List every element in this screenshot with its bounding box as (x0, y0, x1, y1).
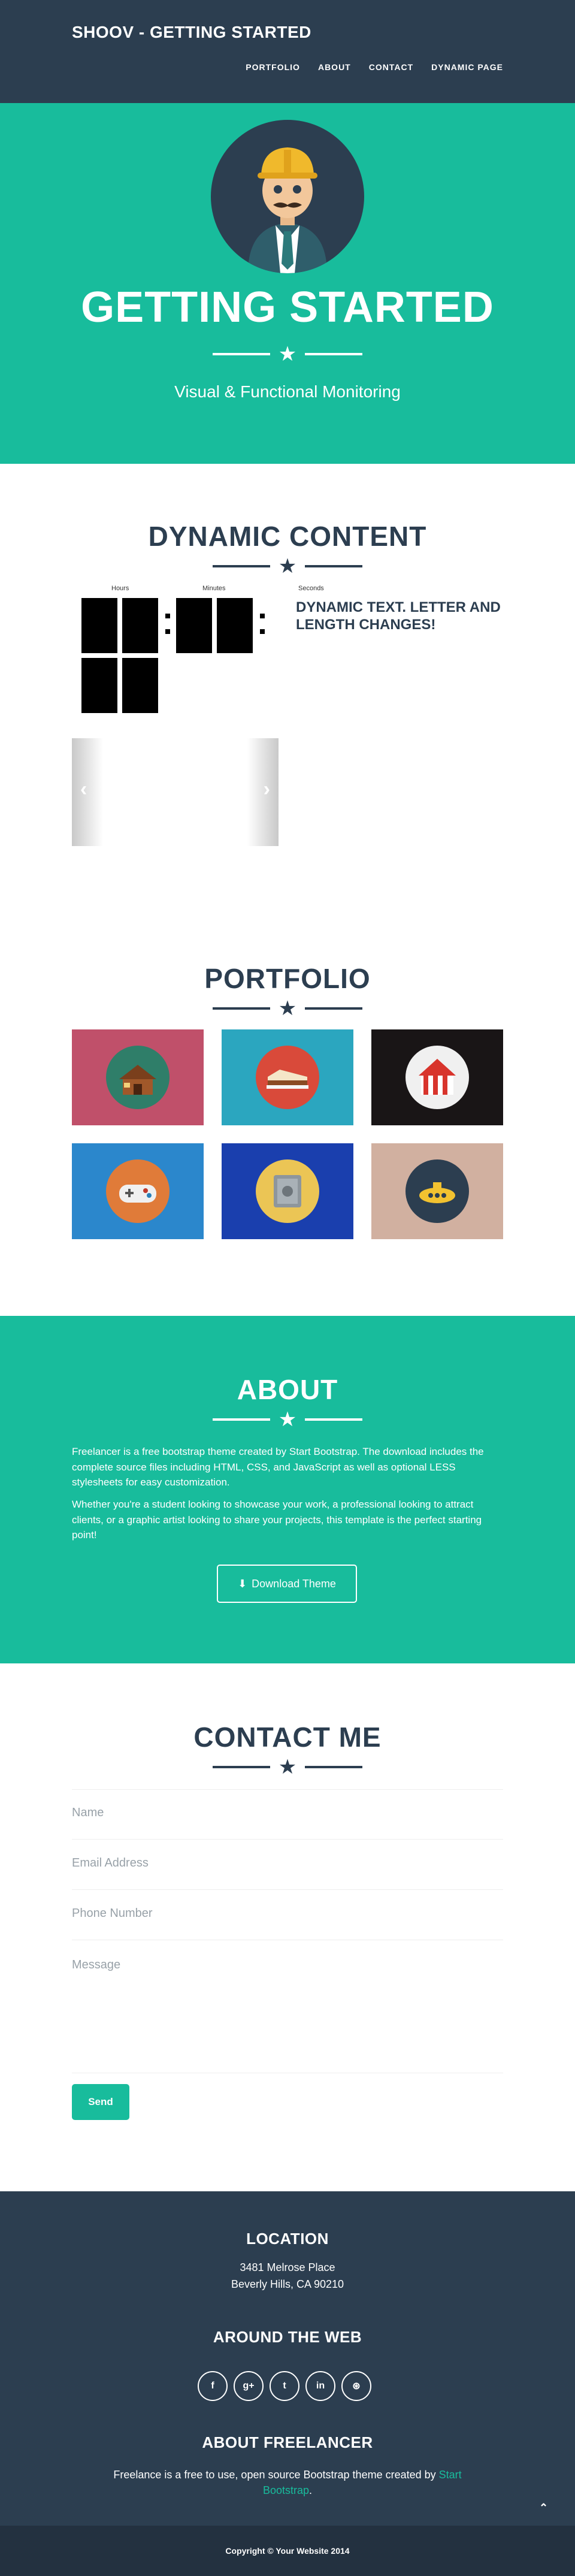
contact-divider: ★ (213, 1757, 362, 1777)
star-icon: ★ (278, 997, 297, 1020)
nav-link-dynamic-page[interactable]: DYNAMIC PAGE (431, 62, 503, 72)
clock-digit (122, 658, 158, 713)
circus-tent-icon (405, 1046, 469, 1109)
submarine-icon (405, 1159, 469, 1223)
clock-colon (260, 614, 265, 645)
star-icon: ★ (278, 343, 297, 366)
nav-links: PORTFOLIO ABOUT CONTACT DYNAMIC PAGE (246, 62, 503, 72)
portfolio-item-game[interactable] (72, 1143, 204, 1239)
divider-line (213, 565, 270, 567)
phone-placeholder: Phone Number (72, 1907, 153, 1920)
phone-field[interactable]: Phone Number (72, 1890, 503, 1940)
navbar: SHOOV - GETTING STARTED PORTFOLIO ABOUT … (0, 0, 575, 103)
clock-label-hours: Hours (111, 585, 129, 592)
clock-digit (81, 598, 117, 653)
google-plus-icon[interactable]: g+ (234, 2371, 264, 2401)
about-section-title: ABOUT (237, 1374, 338, 1405)
nav-link-contact[interactable]: CONTACT (369, 62, 413, 72)
divider-line (305, 353, 362, 355)
dynamic-divider: ★ (213, 556, 362, 576)
carousel-prev-control[interactable] (72, 738, 103, 846)
nav-link-portfolio[interactable]: PORTFOLIO (246, 62, 300, 72)
clock-digit (217, 598, 253, 653)
portfolio-item-circus[interactable] (371, 1029, 503, 1125)
divider-line (305, 1007, 362, 1010)
cake-icon (256, 1046, 319, 1109)
portfolio-item-cake[interactable] (222, 1029, 353, 1125)
divider-line (213, 1007, 270, 1010)
message-field[interactable]: Message (72, 1940, 503, 2073)
about-section: ABOUT ★ Freelancer is a free bootstrap t… (0, 1316, 575, 1663)
divider-line (305, 1766, 362, 1768)
about-freelancer-title: ABOUT FREELANCER (202, 2433, 373, 2451)
portfolio-divider: ★ (213, 998, 362, 1019)
nav-link-about[interactable]: ABOUT (318, 62, 351, 72)
address-line-1: 3481 Melrose Place (240, 2261, 335, 2273)
safe-icon (256, 1159, 319, 1223)
contact-section-title: CONTACT ME (193, 1722, 382, 1753)
page-title: GETTING STARTED (81, 283, 494, 331)
game-controller-icon (106, 1159, 170, 1223)
chevron-up-icon[interactable]: ⌃ (539, 2502, 548, 2514)
brand-link[interactable]: SHOOV - GETTING STARTED (72, 23, 311, 42)
message-placeholder: Message (72, 1958, 121, 1971)
divider-line (213, 1766, 270, 1768)
divider-line (213, 353, 270, 355)
star-icon: ★ (278, 1408, 297, 1431)
address-line-2: Beverly Hills, CA 90210 (231, 2278, 344, 2290)
about-divider: ★ (213, 1409, 362, 1430)
divider-line (305, 565, 362, 567)
divider-line (305, 1418, 362, 1421)
image-carousel[interactable]: ‹ › (72, 738, 279, 846)
dynamic-section-title: DYNAMIC CONTENT (148, 521, 427, 552)
star-icon: ★ (278, 1756, 297, 1778)
header-divider: ★ (213, 344, 362, 364)
send-button[interactable]: Send (72, 2084, 129, 2120)
dribbble-icon[interactable]: ⊛ (341, 2371, 371, 2401)
portfolio-section-title: PORTFOLIO (204, 963, 371, 994)
freelancer-text: Freelance is a free to use, open source … (113, 2469, 436, 2481)
linkedin-icon[interactable]: in (305, 2371, 335, 2401)
chevron-left-icon[interactable]: ‹ (80, 779, 87, 799)
portfolio-item-safe[interactable] (222, 1143, 353, 1239)
name-placeholder: Name (72, 1806, 104, 1819)
name-field[interactable]: Name (72, 1789, 503, 1840)
download-theme-button[interactable]: ⬇ Download Theme (217, 1565, 357, 1603)
chevron-right-icon[interactable]: › (264, 779, 270, 799)
social-links: f g+ t in ⊛ (198, 2371, 371, 2401)
clock-label-seconds: Seconds (298, 585, 324, 592)
around-the-web-title: AROUND THE WEB (213, 2328, 362, 2346)
location-title: LOCATION (246, 2230, 329, 2248)
twitter-icon[interactable]: t (270, 2371, 299, 2401)
email-placeholder: Email Address (72, 1856, 149, 1870)
clock-digit (176, 598, 212, 653)
about-paragraph-2: Whether you're a student looking to show… (72, 1499, 482, 1541)
clock-label-minutes: Minutes (202, 585, 226, 592)
hero-header: GETTING STARTED ★ Visual & Functional Mo… (0, 103, 575, 464)
avatar-illustration (248, 147, 327, 273)
star-icon: ★ (278, 555, 297, 578)
about-freelancer-text: Freelance is a free to use, open source … (96, 2467, 479, 2498)
about-paragraph-1: Freelancer is a free bootstrap theme cre… (72, 1446, 484, 1488)
divider-line (213, 1418, 270, 1421)
portfolio-item-cabin[interactable] (72, 1029, 204, 1125)
freelancer-text-end: . (309, 2484, 313, 2497)
header-subtitle: Visual & Functional Monitoring (174, 382, 401, 401)
clock-digit (81, 658, 117, 713)
download-icon: ⬇ (238, 1577, 247, 1590)
dynamic-text: DYNAMIC TEXT. LETTER AND LENGTH CHANGES! (296, 599, 501, 633)
portfolio-item-submarine[interactable] (371, 1143, 503, 1239)
download-theme-label: Download Theme (252, 1577, 336, 1590)
avatar-image (211, 120, 364, 273)
facebook-icon[interactable]: f (198, 2371, 228, 2401)
email-field[interactable]: Email Address (72, 1840, 503, 1890)
clock-digit (122, 598, 158, 653)
cabin-icon (106, 1046, 170, 1109)
copyright-bar: Copyright © Your Website 2014 (0, 2526, 575, 2576)
footer: LOCATION 3481 Melrose Place Beverly Hill… (0, 2191, 575, 2526)
clock-colon (165, 614, 170, 645)
